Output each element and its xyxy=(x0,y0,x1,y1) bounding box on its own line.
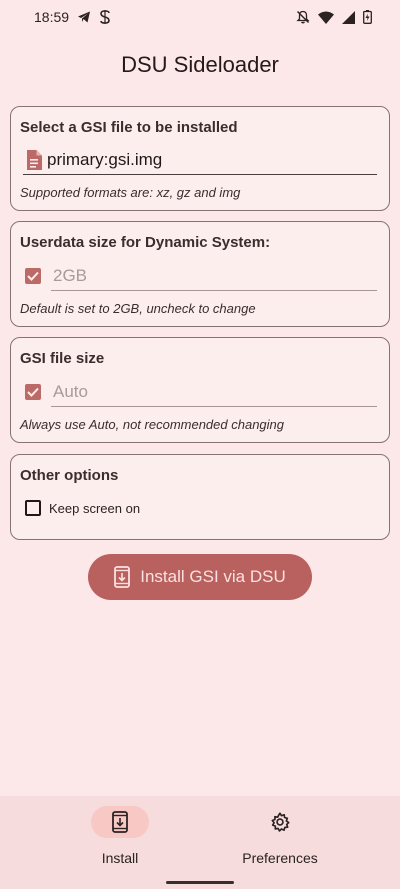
keep-screen-on-label: Keep screen on xyxy=(49,500,141,516)
gsi-size-helper: Always use Auto, not recommended changin… xyxy=(20,417,285,432)
gsi-file-underline xyxy=(23,174,377,175)
gsi-file-helper: Supported formats are: xz, gz and img xyxy=(20,185,241,200)
keep-screen-on-option[interactable]: Keep screen on xyxy=(25,500,377,516)
install-phone-icon xyxy=(112,811,128,833)
userdata-size-helper: Default is set to 2GB, uncheck to change xyxy=(20,301,256,316)
gesture-navigation-bar[interactable] xyxy=(166,881,234,884)
app-title: DSU Sideloader xyxy=(121,52,279,77)
gsi-size-card-title: GSI file size xyxy=(20,350,105,367)
battery-icon xyxy=(363,10,372,24)
other-options-card: Other options Keep screen on xyxy=(10,454,390,540)
sync-app-icon xyxy=(99,10,111,24)
gsi-size-underline xyxy=(51,406,377,407)
nav-item-install[interactable]: Install xyxy=(40,806,200,866)
gsi-file-card-title: Select a GSI file to be installed xyxy=(20,119,238,136)
nav-item-install-indicator xyxy=(91,806,149,838)
check-icon xyxy=(27,387,39,397)
gsi-size-checkbox[interactable] xyxy=(25,384,41,400)
check-icon xyxy=(27,271,39,281)
userdata-size-checkbox[interactable] xyxy=(25,268,41,284)
notifications-off-icon xyxy=(296,10,310,24)
gear-icon xyxy=(271,812,290,832)
other-options-card-title: Other options xyxy=(20,467,119,484)
wifi-icon xyxy=(318,11,334,24)
file-icon xyxy=(25,149,43,171)
userdata-size-card-title: Userdata size for Dynamic System: xyxy=(20,234,271,251)
gsi-size-card: GSI file size Auto Always use Auto, not … xyxy=(10,337,390,443)
status-left: 18:59 xyxy=(34,9,111,25)
gsi-size-row: Auto xyxy=(25,382,377,402)
bottom-navigation: Install Preferences xyxy=(0,796,400,889)
telegram-icon xyxy=(77,10,91,24)
userdata-size-row: 2GB xyxy=(25,266,377,286)
cell-signal-icon xyxy=(342,10,355,24)
nav-item-preferences-indicator xyxy=(251,806,309,838)
userdata-size-card: Userdata size for Dynamic System: 2GB De… xyxy=(10,221,390,327)
install-gsi-button-label: Install GSI via DSU xyxy=(140,567,286,586)
install-gsi-button[interactable]: Install GSI via DSU xyxy=(88,554,312,600)
nav-item-preferences[interactable]: Preferences xyxy=(200,806,360,866)
gsi-file-value: primary:gsi.img xyxy=(47,150,163,169)
gsi-size-input[interactable]: Auto xyxy=(53,382,88,402)
install-phone-icon xyxy=(114,566,131,588)
userdata-size-underline xyxy=(51,290,377,291)
nav-item-install-label: Install xyxy=(101,850,139,866)
keep-screen-on-checkbox[interactable] xyxy=(25,500,41,516)
gsi-file-card: Select a GSI file to be installed primar… xyxy=(10,106,390,211)
status-time: 18:59 xyxy=(34,9,70,25)
gsi-file-picker[interactable]: primary:gsi.img xyxy=(25,149,377,171)
nav-item-preferences-label: Preferences xyxy=(242,850,318,866)
status-bar: 18:59 xyxy=(0,0,400,34)
userdata-size-input[interactable]: 2GB xyxy=(53,266,87,286)
status-right xyxy=(296,10,372,24)
